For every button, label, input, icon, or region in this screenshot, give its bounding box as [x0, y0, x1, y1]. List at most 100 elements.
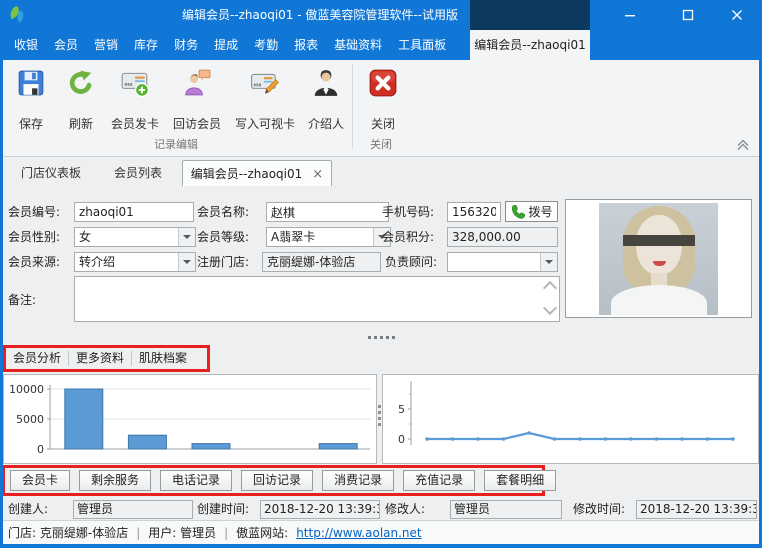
member-trend-line-chart: 05 [383, 375, 758, 463]
analysis-tabs-annotation: 会员分析 更多资料 肌肤档案 [3, 345, 210, 372]
doc-tab-store-dashboard[interactable]: 门店仪表板 [6, 160, 96, 186]
doc-tab-member-list[interactable]: 会员列表 [102, 160, 174, 186]
vertical-splitter-handle[interactable] [376, 400, 382, 430]
member-no-input[interactable] [74, 202, 194, 222]
advisor-combo[interactable] [447, 252, 558, 272]
dial-label: 拨号 [528, 203, 552, 220]
remark-textarea[interactable] [74, 276, 560, 322]
ribbon-tab-cashier[interactable]: 收银 [6, 30, 46, 60]
app-window: 编辑会员--zhaoqi01 - 傲蓝美容院管理软件--试用版 收银 会员 营销… [0, 0, 762, 548]
level-combo[interactable]: A翡翠卡 [266, 227, 391, 247]
visit-member-icon [182, 68, 212, 98]
ribbon-tab-reports[interactable]: 报表 [286, 30, 326, 60]
tab-recharge-records[interactable]: 充值记录 [403, 470, 475, 491]
member-photo-frame[interactable] [565, 199, 752, 318]
ribbon-tab-basic-data[interactable]: 基础资料 [326, 30, 390, 60]
status-site-link[interactable]: http://www.aolan.net [296, 526, 421, 540]
chevron-down-icon[interactable] [540, 253, 557, 271]
tab-call-records[interactable]: 电话记录 [160, 470, 232, 491]
group-label-record-edit: 记录编辑 [0, 136, 352, 152]
tab-member-analysis[interactable]: 会员分析 [6, 348, 68, 369]
bar-chart-panel: 0 5000 10000 [3, 374, 377, 464]
scroll-up-icon[interactable] [543, 281, 557, 295]
active-tab-backplate [470, 0, 590, 30]
ribbon-tab-commission[interactable]: 提成 [206, 30, 246, 60]
tab-remaining-services[interactable]: 剩余服务 [79, 470, 151, 491]
visit-member-label: 回访会员 [173, 115, 221, 132]
close-window-button[interactable] [714, 0, 760, 30]
status-separator: | [224, 526, 228, 540]
doc-tab-edit-member-active[interactable]: 编辑会员--zhaoqi01× [182, 160, 332, 186]
tab-consumption-records[interactable]: 消费记录 [322, 470, 394, 491]
refresh-icon [66, 68, 96, 98]
tab-more-info[interactable]: 更多资料 [69, 348, 131, 369]
write-visual-card-label: 写入可视卡 [235, 115, 295, 132]
created-by-label: 创建人: [8, 500, 48, 519]
horizontal-splitter-handle[interactable] [364, 334, 398, 340]
advisor-label: 负责顾问: [385, 252, 437, 272]
dial-button[interactable]: 拨号 [505, 201, 558, 222]
close-red-icon [368, 68, 398, 98]
title-bar: 编辑会员--zhaoqi01 - 傲蓝美容院管理软件--试用版 [0, 0, 762, 30]
svg-text:10000: 10000 [9, 383, 44, 396]
phone-icon [510, 204, 525, 219]
svg-text:5000: 5000 [16, 413, 44, 426]
ribbon-tab-finance[interactable]: 财务 [166, 30, 206, 60]
ribbon-tab-member[interactable]: 会员 [46, 30, 86, 60]
chevron-down-icon[interactable] [178, 253, 195, 271]
member-name-input[interactable] [266, 202, 389, 222]
chevron-down-icon[interactable] [178, 228, 195, 246]
ribbon-tab-edit-member-active[interactable]: 编辑会员--zhaoqi01 [470, 30, 590, 60]
ribbon-tab-marketing[interactable]: 营销 [86, 30, 126, 60]
ribbon-toolbar: 保存 刷新 会员发卡 [0, 60, 762, 157]
maximize-button[interactable] [666, 0, 710, 30]
tab-package-details[interactable]: 套餐明细 [484, 470, 556, 491]
tab-member-card[interactable]: 会员卡 [10, 470, 70, 491]
created-by-value: 管理员 [73, 500, 193, 519]
created-at-label: 创建时间: [197, 500, 249, 519]
save-button[interactable]: 保存 [8, 64, 54, 136]
source-combo[interactable]: 转介绍 [74, 252, 196, 272]
window-border-left [0, 30, 3, 544]
svg-text:5: 5 [398, 403, 405, 416]
tab-skin-record[interactable]: 肌肤档案 [132, 348, 194, 369]
ribbon-tab-tool-panel[interactable]: 工具面板 [390, 30, 454, 60]
member-name-label: 会员名称: [197, 202, 249, 222]
member-photo [599, 203, 718, 315]
ribbon-tab-attendance[interactable]: 考勤 [246, 30, 286, 60]
scroll-down-icon[interactable] [543, 301, 557, 315]
ribbon-tab-strip: 收银 会员 营销 库存 财务 提成 考勤 报表 基础资料 工具面板 编辑会员--… [0, 30, 762, 60]
introducer-button[interactable]: 介绍人 [303, 64, 349, 136]
modified-at-value: 2018-12-20 13:39:38 [636, 500, 757, 519]
ribbon-tab-inventory[interactable]: 库存 [126, 30, 166, 60]
gender-combo[interactable]: 女 [74, 227, 196, 247]
status-user: 用户: 管理员 [148, 524, 216, 541]
svg-text:0: 0 [37, 443, 44, 456]
write-visual-card-button[interactable]: 写入可视卡 [230, 64, 300, 136]
refresh-button[interactable]: 刷新 [58, 64, 104, 136]
close-icon [731, 9, 743, 21]
window-border-bottom [0, 544, 762, 548]
visit-member-button[interactable]: 回访会员 [168, 64, 226, 136]
store-label: 注册门店: [197, 252, 249, 272]
level-value: A翡翠卡 [271, 228, 372, 246]
minimize-button[interactable] [608, 0, 652, 30]
minimize-icon [624, 9, 636, 21]
chevron-up-double-icon [736, 139, 750, 151]
phone-input[interactable] [447, 202, 501, 222]
maximize-icon [682, 9, 694, 21]
tab-visit-records[interactable]: 回访记录 [241, 470, 313, 491]
close-page-label: 关闭 [371, 115, 395, 132]
issue-card-button[interactable]: 会员发卡 [106, 64, 164, 136]
close-page-button[interactable]: 关闭 [360, 64, 406, 136]
doc-tab-close-icon[interactable]: × [312, 167, 323, 182]
modified-at-label: 修改时间: [573, 500, 625, 519]
status-separator: | [136, 526, 140, 540]
level-label: 会员等级: [197, 227, 249, 247]
status-bar: 门店: 克丽缇娜-体验店 | 用户: 管理员 | 傲蓝网站: http://ww… [0, 520, 762, 544]
status-site-label: 傲蓝网站: [236, 524, 288, 541]
issue-card-label: 会员发卡 [111, 115, 159, 132]
line-chart-panel: 05 [382, 374, 759, 464]
gender-label: 会员性别: [8, 227, 60, 247]
ribbon-collapse-button[interactable] [734, 137, 752, 152]
